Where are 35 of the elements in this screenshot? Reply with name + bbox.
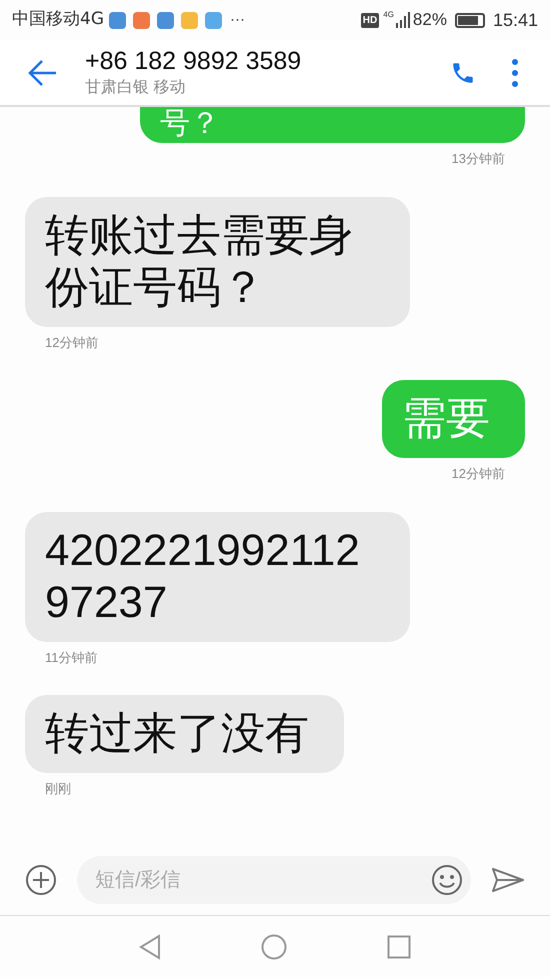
clock: 15:41	[492, 8, 538, 32]
emoji-icon[interactable]	[431, 864, 463, 896]
battery-icon	[454, 12, 485, 28]
message-time: 13分钟前	[452, 150, 506, 168]
message-bubble: 转账过去需要身份证号码？	[25, 196, 410, 326]
send-button[interactable]	[491, 867, 525, 893]
plus-circle-icon	[25, 864, 57, 896]
square-icon	[387, 934, 411, 958]
message-time: 12分钟前	[452, 465, 506, 483]
nav-home-button[interactable]	[261, 934, 287, 960]
carrier-name: 中国移动4G	[12, 8, 104, 32]
nav-recents-button[interactable]	[387, 934, 411, 958]
add-attachment-button[interactable]	[25, 864, 57, 896]
message-bubble: 转过来了没有	[25, 695, 344, 773]
message-bubble: 420222199211297237	[25, 512, 410, 642]
battery-percent: 82%	[412, 9, 447, 32]
contact-location: 甘肃白银 移动	[85, 78, 186, 98]
signal-icon	[394, 12, 411, 28]
back-arrow-icon	[28, 58, 58, 86]
message-field[interactable]: 短信/彩信	[77, 856, 471, 904]
message-time: 刚刚	[44, 780, 71, 798]
send-icon	[491, 867, 525, 893]
message-input[interactable]: 短信/彩信	[95, 865, 431, 895]
circle-icon	[261, 934, 287, 960]
triangle-icon	[139, 934, 161, 960]
message-time: 11分钟前	[44, 648, 98, 666]
more-options-icon	[512, 58, 518, 86]
message-time: 12分钟前	[44, 334, 98, 352]
message-bubble: 需要	[382, 380, 525, 458]
message-bubble: 号？	[140, 107, 525, 143]
network-type: 4G	[383, 9, 394, 21]
more-notifications: ···	[230, 10, 245, 30]
nav-back-button[interactable]	[139, 934, 161, 960]
contact-number: +86 182 9892 3589	[85, 46, 302, 76]
hd-badge: HD	[360, 12, 380, 28]
